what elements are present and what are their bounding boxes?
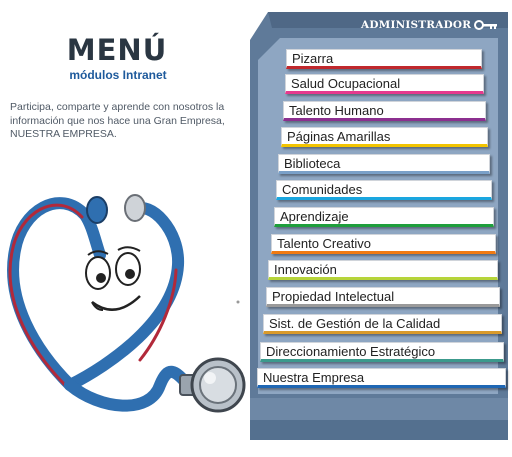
- menu-item-direccionamiento-estrategico[interactable]: Direccionamiento Estratégico: [260, 342, 504, 362]
- intro-text: Participa, comparte y aprende con nosotr…: [10, 101, 225, 140]
- menu-item-sistema-gestion-calidad[interactable]: Sist. de Gestión de la Calidad: [263, 314, 502, 334]
- menu-item-comunidades[interactable]: Comunidades: [276, 180, 492, 200]
- stethoscope-mascot-icon: [0, 170, 260, 457]
- menu-item-talento-humano[interactable]: Talento Humano: [283, 101, 486, 121]
- menu-item-salud-ocupacional[interactable]: Salud Ocupacional: [285, 74, 484, 94]
- menu-item-talento-creativo[interactable]: Talento Creativo: [271, 234, 496, 254]
- key-icon: [474, 20, 498, 30]
- menu-item-innovacion[interactable]: Innovación: [268, 260, 498, 280]
- menu-item-biblioteca[interactable]: Biblioteca: [278, 154, 490, 174]
- admin-link[interactable]: ADMINISTRADOR: [361, 18, 498, 32]
- admin-label: ADMINISTRADOR: [361, 19, 472, 31]
- menu-item-propiedad-intelectual[interactable]: Propiedad Intelectual: [266, 287, 500, 307]
- menu-item-aprendizaje[interactable]: Aprendizaje: [274, 207, 494, 227]
- menu-item-pizarra[interactable]: Pizarra: [286, 49, 482, 69]
- menu-item-paginas-amarillas[interactable]: Páginas Amarillas: [281, 127, 488, 147]
- page-title: MENÚ: [66, 33, 168, 67]
- page-subtitle: módulos Intranet: [69, 68, 167, 82]
- menu-item-nuestra-empresa[interactable]: Nuestra Empresa: [257, 368, 506, 388]
